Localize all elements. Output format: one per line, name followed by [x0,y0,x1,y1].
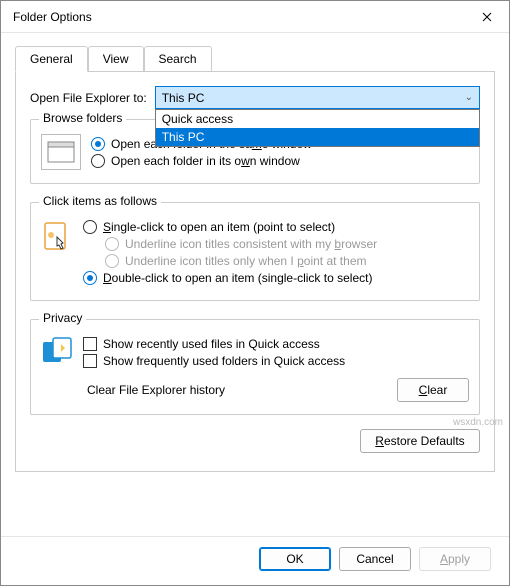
close-icon [482,12,492,22]
radio-icon [83,271,97,285]
open-explorer-combo[interactable]: This PC ⌄ [155,86,480,109]
checkbox-icon [83,337,97,351]
open-explorer-combo-wrap: This PC ⌄ Quick access This PC [155,86,480,109]
open-explorer-row: Open File Explorer to: This PC ⌄ Quick a… [30,86,480,109]
browse-folders-icon [41,134,81,170]
radio-icon [105,237,119,251]
privacy-group: Privacy Show recently used files in Quic… [30,319,480,415]
open-explorer-option-quick-access[interactable]: Quick access [156,110,479,128]
restore-defaults-button[interactable]: Restore Defaults [360,429,480,453]
folder-options-dialog: Folder Options General View Search Open … [0,0,510,586]
open-explorer-dropdown: Quick access This PC [155,109,480,147]
open-explorer-selected: This PC [162,91,205,105]
click-items-group: Click items as follows Single-click to o… [30,202,480,301]
browse-folders-legend: Browse folders [39,111,126,125]
browse-own-window-radio[interactable]: Open each folder in its own window [91,154,469,168]
freq-folders-label: Show frequently used folders in Quick ac… [103,354,345,368]
browse-own-window-label: Open each folder in its own window [111,154,300,168]
single-click-radio[interactable]: Single-click to open an item (point to s… [83,220,469,234]
open-explorer-option-this-pc[interactable]: This PC [156,128,479,146]
tab-general[interactable]: General [15,46,88,72]
dialog-body: General View Search Open File Explorer t… [1,33,509,536]
radio-icon [91,154,105,168]
open-explorer-label: Open File Explorer to: [30,91,147,105]
privacy-legend: Privacy [39,311,86,325]
close-button[interactable] [464,1,509,33]
recent-files-label: Show recently used files in Quick access [103,337,320,351]
general-panel: Open File Explorer to: This PC ⌄ Quick a… [15,71,495,472]
radio-icon [83,220,97,234]
clear-history-label: Clear File Explorer history [87,383,225,397]
underline-browser-radio: Underline icon titles consistent with my… [105,237,469,251]
double-click-radio[interactable]: Double-click to open an item (single-cli… [83,271,469,285]
titlebar: Folder Options [1,1,509,33]
watermark: wsxdn.com [453,417,503,428]
checkbox-icon [83,354,97,368]
tab-view[interactable]: View [88,46,144,72]
underline-point-label: Underline icon titles only when I point … [125,254,366,268]
freq-folders-checkbox[interactable]: Show frequently used folders in Quick ac… [83,354,469,368]
radio-icon [91,137,105,151]
underline-point-radio: Underline icon titles only when I point … [105,254,469,268]
tabstrip: General View Search [15,46,495,72]
dialog-buttons: OK Cancel Apply [1,536,509,585]
recent-files-checkbox[interactable]: Show recently used files in Quick access [83,337,469,351]
tab-search[interactable]: Search [144,46,212,72]
double-click-label: Double-click to open an item (single-cli… [103,271,372,285]
single-click-label: Single-click to open an item (point to s… [103,220,335,234]
radio-icon [105,254,119,268]
underline-browser-label: Underline icon titles consistent with my… [125,237,377,251]
click-icon [41,221,73,253]
privacy-icon [41,336,73,368]
window-icon [47,141,75,163]
clear-button[interactable]: Clear [397,378,469,402]
ok-button[interactable]: OK [259,547,331,571]
window-title: Folder Options [13,10,464,24]
apply-button[interactable]: Apply [419,547,491,571]
chevron-down-icon: ⌄ [465,92,473,103]
cancel-button[interactable]: Cancel [339,547,411,571]
click-items-legend: Click items as follows [39,194,161,208]
